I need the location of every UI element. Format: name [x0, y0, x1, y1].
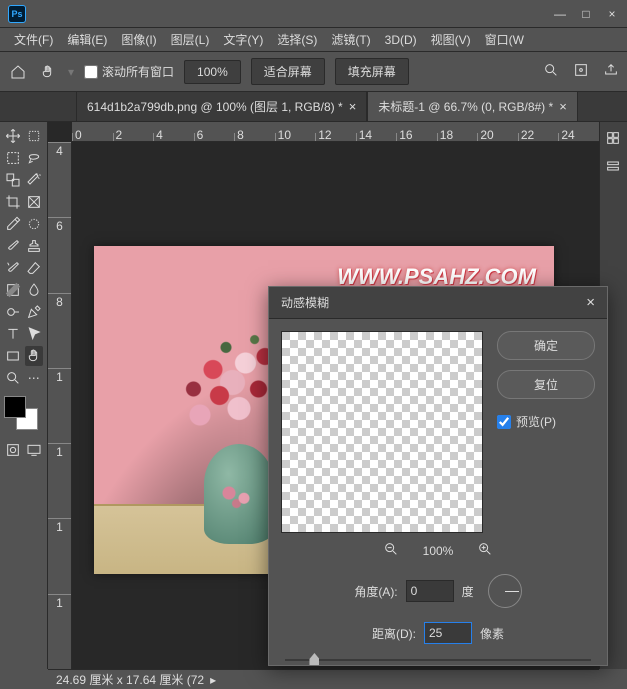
zoom-tool[interactable] [4, 368, 23, 388]
document-tabs: 614d1b2a799db.png @ 100% (图层 1, RGB/8) *… [0, 92, 627, 122]
quick-select-tool[interactable] [4, 170, 23, 190]
marquee-tool[interactable] [4, 148, 23, 168]
angle-unit: 度 [462, 583, 474, 600]
dialog-close-button[interactable]: × [586, 294, 595, 311]
rectangle-tool[interactable] [4, 346, 23, 366]
motion-blur-dialog: 动感模糊 × 确定 复位 预览(P) 100% 角度(A): 度 距离(D): … [268, 286, 608, 666]
menu-edit[interactable]: 编辑(E) [61, 29, 113, 50]
toolbox: ⋯ [0, 122, 48, 669]
options-bar: ▾ 滚动所有窗口 100% 适合屏幕 填充屏幕 [0, 52, 627, 92]
brush-tool[interactable] [4, 236, 23, 256]
move-tool[interactable] [4, 126, 23, 146]
dodge-tool[interactable] [4, 302, 23, 322]
artboard-tool[interactable] [25, 126, 44, 146]
minimize-button[interactable]: — [553, 7, 567, 21]
vertical-ruler: 4681111 [48, 142, 72, 669]
maximize-button[interactable]: □ [579, 7, 593, 21]
reset-button[interactable]: 复位 [497, 370, 595, 399]
distance-unit: 像素 [480, 625, 504, 642]
horizontal-ruler: 024681012141618202224 [72, 122, 599, 142]
status-text: 24.69 厘米 x 17.64 厘米 (72 [56, 671, 204, 688]
hand-tool-icon[interactable] [38, 62, 58, 82]
patch-tool[interactable] [25, 214, 44, 234]
menu-view[interactable]: 视图(V) [425, 29, 477, 50]
menu-type[interactable]: 文字(Y) [217, 29, 269, 50]
frame-tool[interactable] [25, 192, 44, 212]
zoom-level-button[interactable]: 100% [184, 60, 241, 84]
angle-dial[interactable] [488, 574, 522, 608]
status-bar: 24.69 厘米 x 17.64 厘米 (72▸ [48, 669, 599, 689]
search-icon[interactable] [543, 62, 559, 81]
tab-close-icon[interactable]: × [559, 99, 567, 114]
zoom-in-icon[interactable] [477, 541, 493, 560]
preview-checkbox[interactable]: 预览(P) [497, 413, 595, 430]
menubar: 文件(F) 编辑(E) 图像(I) 图层(L) 文字(Y) 选择(S) 滤镜(T… [0, 28, 627, 52]
menu-filter[interactable]: 滤镜(T) [325, 29, 376, 50]
scroll-all-checkbox[interactable]: 滚动所有窗口 [84, 63, 174, 80]
gradient-tool[interactable] [4, 280, 23, 300]
ok-button[interactable]: 确定 [497, 331, 595, 360]
distance-label: 距离(D): [372, 625, 416, 642]
fill-screen-button[interactable]: 填充屏幕 [335, 58, 409, 85]
close-button[interactable]: × [605, 7, 619, 21]
quick-mask-toggle[interactable] [4, 440, 23, 460]
crop-tool[interactable] [4, 192, 23, 212]
lasso-tool[interactable] [25, 148, 44, 168]
angle-input[interactable] [406, 580, 454, 602]
menu-3d[interactable]: 3D(D) [379, 31, 423, 49]
share-icon[interactable] [603, 62, 619, 81]
history-brush-tool[interactable] [4, 258, 23, 278]
slider-thumb[interactable] [309, 653, 319, 665]
dialog-titlebar[interactable]: 动感模糊 × [269, 287, 607, 319]
screen-mode-toggle[interactable] [25, 440, 44, 460]
menu-layer[interactable]: 图层(L) [165, 29, 216, 50]
home-icon[interactable] [8, 62, 28, 82]
magic-wand-tool[interactable] [25, 170, 44, 190]
hand-tool[interactable] [25, 346, 44, 366]
edit-toolbar[interactable]: ⋯ [25, 368, 44, 388]
zoom-value: 100% [423, 544, 454, 558]
eraser-tool[interactable] [25, 258, 44, 278]
foreground-swatch[interactable] [4, 396, 26, 418]
panel-icon-1[interactable] [605, 130, 623, 148]
panel-icon-2[interactable] [605, 158, 623, 176]
menu-image[interactable]: 图像(I) [115, 29, 162, 50]
menu-window[interactable]: 窗口(W [479, 29, 530, 50]
distance-slider[interactable] [285, 650, 591, 670]
blur-tool[interactable] [25, 280, 44, 300]
tab-document-2[interactable]: 未标题-1 @ 66.7% (0, RGB/8#) *× [367, 91, 578, 121]
clone-stamp-tool[interactable] [25, 236, 44, 256]
effect-preview[interactable] [281, 331, 483, 533]
type-tool[interactable] [4, 324, 23, 344]
menu-select[interactable]: 选择(S) [271, 29, 323, 50]
dialog-title: 动感模糊 [281, 294, 329, 311]
distance-input[interactable] [424, 622, 472, 644]
tab-close-icon[interactable]: × [349, 99, 357, 114]
fit-screen-button[interactable]: 适合屏幕 [251, 58, 325, 85]
menu-file[interactable]: 文件(F) [8, 29, 59, 50]
workspace-icon[interactable] [573, 62, 589, 81]
app-logo: Ps [8, 5, 26, 23]
angle-label: 角度(A): [354, 583, 397, 600]
color-swatches[interactable] [4, 396, 38, 430]
titlebar: Ps — □ × [0, 0, 627, 28]
eyedropper-tool[interactable] [4, 214, 23, 234]
pen-tool[interactable] [25, 302, 44, 322]
tab-document-1[interactable]: 614d1b2a799db.png @ 100% (图层 1, RGB/8) *… [76, 91, 367, 121]
zoom-out-icon[interactable] [383, 541, 399, 560]
path-select-tool[interactable] [25, 324, 44, 344]
